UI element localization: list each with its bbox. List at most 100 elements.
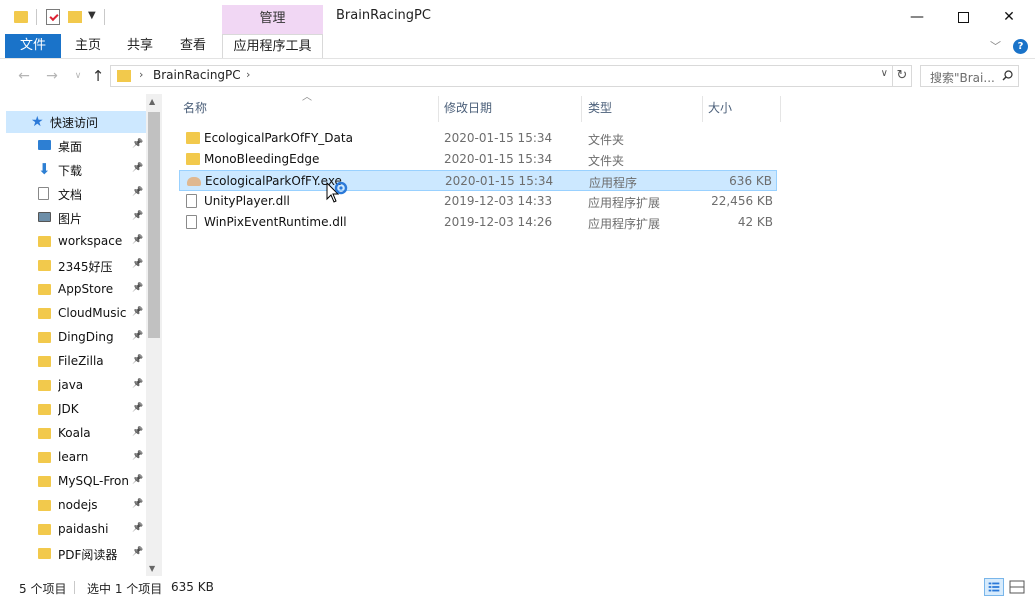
file-row[interactable]: EcologicalParkOfFY.exe 2020-01-15 15:34 应用… <box>179 170 777 191</box>
folder-icon <box>38 428 51 439</box>
customize-toolbar-chevron-icon[interactable]: ▼ <box>88 10 96 28</box>
sidebar-item[interactable]: java 📌 <box>6 374 146 398</box>
details-view-icon[interactable] <box>984 578 1004 596</box>
pin-icon[interactable]: 📌 <box>132 403 143 413</box>
scrollbar-thumb[interactable] <box>148 112 160 338</box>
column-header-date[interactable]: 修改日期 <box>444 96 492 122</box>
sidebar-item[interactable]: learn 📌 <box>6 446 146 470</box>
properties-icon[interactable] <box>46 9 60 25</box>
minimize-button[interactable]: — <box>894 4 940 30</box>
dll-file-icon <box>186 215 197 229</box>
large-icons-view-icon[interactable] <box>1008 578 1026 596</box>
up-arrow-icon[interactable]: ↑ <box>88 66 108 86</box>
recent-locations-chevron-icon[interactable]: ∨ <box>68 66 88 86</box>
close-button[interactable]: ✕ <box>986 4 1032 30</box>
sidebar-item[interactable]: 文档 📌 <box>6 182 146 206</box>
sidebar-item[interactable]: paidashi 📌 <box>6 518 146 542</box>
column-divider[interactable] <box>702 96 703 122</box>
folder-icon <box>38 356 51 367</box>
chevron-right-icon[interactable]: › <box>139 68 143 81</box>
pin-icon[interactable]: 📌 <box>132 499 143 509</box>
pin-icon[interactable]: 📌 <box>132 139 143 149</box>
sidebar-item[interactable]: AppStore 📌 <box>6 278 146 302</box>
sidebar-item[interactable]: DingDing 📌 <box>6 326 146 350</box>
breadcrumb-current[interactable]: BrainRacingPC <box>153 68 241 82</box>
sort-ascending-icon: ︿ <box>302 92 312 103</box>
pin-icon[interactable]: 📌 <box>132 451 143 461</box>
sidebar-item[interactable]: workspace 📌 <box>6 230 146 254</box>
sidebar-item[interactable]: Koala 📌 <box>6 422 146 446</box>
file-row[interactable]: WinPixEventRuntime.dll 2019-12-03 14:26 应用… <box>179 212 777 233</box>
expand-ribbon-chevron-icon[interactable]: ﹀ <box>990 38 1001 54</box>
pin-icon[interactable]: 📌 <box>132 211 143 221</box>
file-size: 636 KB <box>729 174 772 188</box>
quick-access[interactable]: ★ 快速访问 <box>6 111 146 133</box>
pin-icon[interactable]: 📌 <box>132 235 143 245</box>
new-folder-icon[interactable] <box>68 11 82 23</box>
search-input[interactable]: 搜索"Brai... <box>920 65 1019 87</box>
search-icon[interactable] <box>1002 70 1013 81</box>
tab-file[interactable]: 文件 <box>5 34 61 58</box>
address-history-chevron-icon[interactable]: ∨ <box>881 68 888 79</box>
sidebar-item[interactable]: nodejs 📌 <box>6 494 146 518</box>
sidebar-item[interactable]: 图片 📌 <box>6 206 146 230</box>
pin-icon[interactable]: 📌 <box>132 523 143 533</box>
folder-icon <box>186 153 200 165</box>
file-row[interactable]: EcologicalParkOfFY_Data 2020-01-15 15:34 文… <box>179 128 777 149</box>
sidebar-item[interactable]: 桌面 📌 <box>6 134 146 158</box>
column-divider[interactable] <box>581 96 582 122</box>
pin-icon[interactable]: 📌 <box>132 307 143 317</box>
refresh-button[interactable]: ↻ <box>892 65 912 87</box>
sidebar-item[interactable]: ⬇ 下载 📌 <box>6 158 146 182</box>
folder-icon <box>38 452 51 463</box>
pin-icon[interactable]: 📌 <box>132 355 143 365</box>
tab-application-tools[interactable]: 应用程序工具 <box>222 34 323 58</box>
column-header-name[interactable]: 名称 <box>183 96 207 122</box>
scroll-down-arrow-icon[interactable]: ▼ <box>149 564 155 573</box>
file-type: 文件夹 <box>588 154 625 168</box>
download-icon: ⬇ <box>38 160 51 178</box>
column-header-size[interactable]: 大小 <box>708 96 732 122</box>
file-row[interactable]: UnityPlayer.dll 2019-12-03 14:33 应用程序扩展 22,… <box>179 191 777 212</box>
column-header-type[interactable]: 类型 <box>588 96 612 122</box>
column-divider[interactable] <box>438 96 439 122</box>
sidebar-item[interactable]: JDK 📌 <box>6 398 146 422</box>
pin-icon[interactable]: 📌 <box>132 427 143 437</box>
status-bar: 5 个项目 选中 1 个项目 635 KB <box>0 576 1035 598</box>
pin-icon[interactable]: 📌 <box>132 379 143 389</box>
sidebar-item[interactable]: PDF阅读器 📌 <box>6 542 146 566</box>
pin-icon[interactable]: 📌 <box>132 163 143 173</box>
sidebar-item[interactable]: 2345好压 📌 <box>6 254 146 278</box>
tab-view[interactable]: 查看 <box>173 34 213 58</box>
chevron-right-icon[interactable]: › <box>246 68 250 81</box>
pin-icon[interactable]: 📌 <box>132 331 143 341</box>
sidebar-item[interactable]: CloudMusic 📌 <box>6 302 146 326</box>
column-divider[interactable] <box>780 96 781 122</box>
tab-share[interactable]: 共享 <box>120 34 160 58</box>
folder-icon <box>38 380 51 391</box>
nav-scrollbar[interactable]: ▲ ▼ <box>146 94 162 576</box>
manage-context-tab[interactable]: 管理 <box>222 5 323 34</box>
item-count: 5 个项目 <box>19 582 67 596</box>
back-arrow-icon[interactable]: ← <box>14 66 34 86</box>
folder-icon <box>14 11 28 23</box>
address-bar[interactable]: › BrainRacingPC › ∨ <box>110 65 893 87</box>
pin-icon[interactable]: 📌 <box>132 475 143 485</box>
pin-icon[interactable]: 📌 <box>132 283 143 293</box>
file-date: 2020-01-15 15:34 <box>445 174 554 188</box>
sidebar-item[interactable]: FileZilla 📌 <box>6 350 146 374</box>
pin-icon[interactable]: 📌 <box>132 187 143 197</box>
maximize-button[interactable] <box>940 4 986 30</box>
sidebar-item-label: paidashi <box>58 522 109 536</box>
folder-icon <box>38 260 51 271</box>
sidebar-item-label: Koala <box>58 426 91 440</box>
busy-cursor-icon <box>326 182 348 203</box>
sidebar-item[interactable]: MySQL-Fron 📌 <box>6 470 146 494</box>
help-icon[interactable]: ? <box>1013 39 1028 54</box>
tab-home[interactable]: 主页 <box>68 34 108 58</box>
pin-icon[interactable]: 📌 <box>132 547 143 557</box>
file-row[interactable]: MonoBleedingEdge 2020-01-15 15:34 文件夹 <box>179 149 777 170</box>
pin-icon[interactable]: 📌 <box>132 259 143 269</box>
forward-arrow-icon[interactable]: → <box>42 66 62 86</box>
scroll-up-arrow-icon[interactable]: ▲ <box>149 97 155 106</box>
